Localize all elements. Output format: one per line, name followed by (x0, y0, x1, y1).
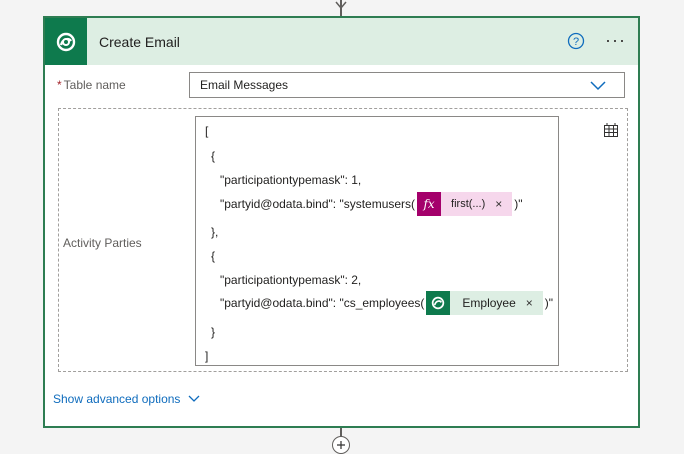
chevron-down-icon (188, 392, 200, 406)
fx-icon: fx (417, 192, 442, 216)
table-name-label: * Table name (57, 78, 126, 92)
json-line: { (211, 149, 216, 163)
remove-token-icon[interactable]: × (526, 296, 533, 310)
table-view-icon[interactable] (603, 122, 619, 143)
expression-token[interactable]: fx first(...) × (417, 192, 513, 216)
json-line: { (211, 249, 216, 263)
required-mark: * (57, 78, 62, 92)
employee-token[interactable]: Employee × (426, 291, 543, 315)
add-step-icon[interactable] (332, 436, 350, 454)
chevron-down-icon (590, 80, 606, 94)
card-title: Create Email (99, 33, 180, 50)
dataverse-icon (426, 291, 451, 315)
json-line: } (211, 325, 216, 339)
activity-parties-label: Activity Parties (63, 236, 142, 250)
svg-text:?: ? (573, 36, 579, 48)
json-line: }, (211, 225, 219, 239)
table-name-value: Email Messages (200, 78, 289, 92)
json-line: [ (205, 124, 209, 138)
json-line-employees: "partyid@odata.bind": "cs_employees( Emp… (220, 291, 553, 315)
remove-token-icon[interactable]: × (495, 197, 502, 211)
table-name-select[interactable]: Email Messages (189, 72, 625, 98)
json-line-systemusers: "partyid@odata.bind": "systemusers( fx f… (220, 192, 523, 216)
json-line: ] (205, 349, 209, 363)
expression-token-label: first(...) (451, 198, 486, 210)
card-header[interactable]: Create Email ? ··· (45, 18, 638, 65)
dataverse-logo-icon (45, 18, 87, 65)
json-line: "participationtypemask": 2, (220, 273, 362, 287)
help-circle-icon[interactable]: ? (567, 32, 585, 50)
more-ellipsis-icon[interactable]: ··· (605, 30, 626, 50)
show-advanced-options-link[interactable]: Show advanced options (53, 392, 200, 406)
arrow-down-icon (331, 0, 351, 16)
employee-token-label: Employee (462, 296, 516, 310)
activity-parties-editor[interactable]: [ { "participationtypemask": 1, "partyid… (195, 116, 559, 366)
create-email-card: Create Email ? ··· * Table name Email Mes… (43, 16, 640, 428)
json-line: "participationtypemask": 1, (220, 173, 362, 187)
